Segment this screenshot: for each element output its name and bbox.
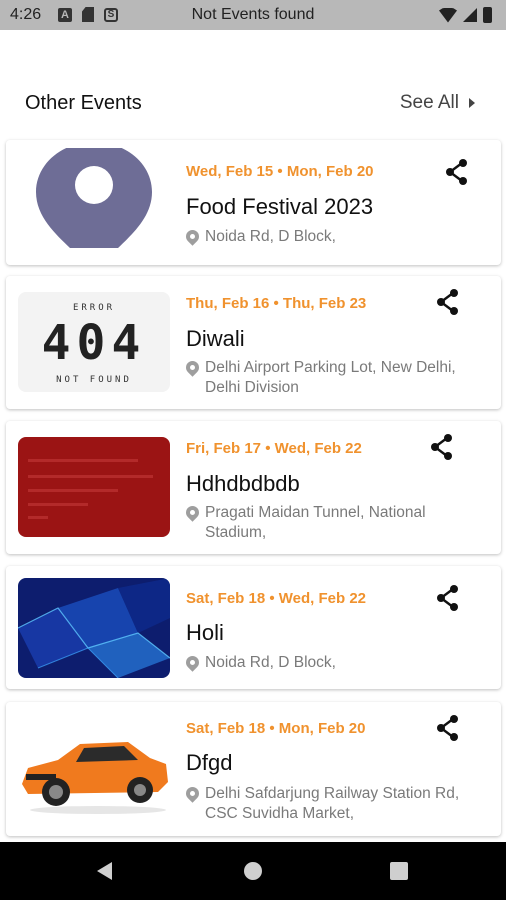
event-card[interactable]: Sat, Feb 18 • Mon, Feb 20 Dfgd Delhi Saf…: [6, 702, 501, 836]
system-nav-bar: [0, 842, 506, 900]
share-button[interactable]: [427, 432, 457, 462]
event-name: Food Festival 2023: [186, 194, 374, 219]
event-dates: Wed, Feb 15 • Mon, Feb 20: [186, 163, 374, 180]
event-name: Hdhdbdbdb: [186, 471, 300, 496]
event-image: [18, 722, 170, 822]
share-icon: [431, 434, 452, 460]
location-pin-placeholder-icon: [36, 148, 152, 248]
system-icons: [439, 7, 492, 23]
back-icon[interactable]: [97, 862, 112, 880]
wifi-icon: [439, 7, 457, 23]
event-dates: Thu, Feb 16 • Thu, Feb 23: [186, 295, 367, 312]
share-icon: [437, 715, 458, 741]
share-button[interactable]: [442, 157, 472, 187]
location-pin-icon: [183, 503, 202, 522]
event-image: [18, 578, 170, 678]
event-location-text: Noida Rd, D Block,: [205, 228, 336, 245]
location-pin-icon: [183, 227, 202, 246]
event-location-text: Delhi Safdarjung Railway Station Rd, CSC…: [205, 785, 460, 822]
share-icon: [437, 585, 458, 611]
see-all-label: See All: [399, 92, 459, 113]
event-card[interactable]: Fri, Feb 17 • Wed, Feb 22 Hdhdbdbdb Prag…: [6, 421, 501, 554]
event-dates: Fri, Feb 17 • Wed, Feb 22: [186, 440, 362, 457]
blue-abstract-image: [18, 578, 170, 678]
section-header: Other Events See All: [25, 92, 475, 120]
share-button[interactable]: [433, 583, 463, 613]
event-location-text: Pragati Maidan Tunnel, National Stadium,: [205, 504, 426, 541]
location-pin-icon: [183, 358, 202, 377]
home-icon[interactable]: [244, 862, 262, 880]
signal-icon: [463, 8, 477, 22]
event-location: Noida Rd, D Block,: [183, 653, 471, 673]
error-404-illustration: ERROR 404 NOT FOUND: [42, 303, 147, 385]
event-image: [18, 148, 170, 248]
red-document-image: [28, 459, 153, 519]
see-all-button[interactable]: See All: [400, 92, 475, 114]
location-pin-icon: [183, 784, 202, 803]
status-title: Not Events found: [191, 6, 315, 23]
location-pin-icon: [183, 653, 202, 672]
chevron-right-icon: [469, 98, 475, 108]
event-dates: Sat, Feb 18 • Wed, Feb 22: [186, 590, 367, 607]
event-location: Delhi Airport Parking Lot, New Delhi, De…: [183, 358, 471, 398]
error-label: ERROR: [73, 303, 115, 313]
section-title: Other Events: [25, 92, 142, 114]
event-location-text: Noida Rd, D Block,: [205, 654, 336, 671]
event-name: Holi: [186, 620, 224, 645]
event-image: ERROR 404 NOT FOUND: [18, 292, 170, 392]
share-icon: [437, 289, 458, 315]
event-card[interactable]: Wed, Feb 15 • Mon, Feb 20 Food Festival …: [6, 140, 501, 265]
event-location: Delhi Safdarjung Railway Station Rd, CSC…: [183, 784, 471, 824]
event-name: Dfgd: [186, 750, 233, 775]
orange-sports-car-image: [22, 742, 168, 814]
event-card[interactable]: Sat, Feb 18 • Wed, Feb 22 Holi Noida Rd,…: [6, 566, 501, 689]
event-card[interactable]: ERROR 404 NOT FOUND Thu, Feb 16 • Thu, F…: [6, 276, 501, 409]
event-location: Noida Rd, D Block,: [183, 227, 471, 247]
event-location: Pragati Maidan Tunnel, National Stadium,: [183, 503, 471, 543]
not-found-label: NOT FOUND: [56, 375, 132, 385]
event-location-text: Delhi Airport Parking Lot, New Delhi, De…: [205, 359, 456, 396]
event-dates: Sat, Feb 18 • Mon, Feb 20: [186, 720, 366, 737]
battery-icon: [483, 7, 492, 23]
share-button[interactable]: [433, 713, 463, 743]
status-bar: 4:26 A S Not Events found: [0, 0, 506, 30]
share-button[interactable]: [433, 287, 463, 317]
event-image: [18, 437, 170, 537]
event-name: Diwali: [186, 326, 245, 351]
recents-icon[interactable]: [390, 862, 408, 880]
share-icon: [446, 159, 467, 185]
error-code: 404: [42, 315, 147, 371]
